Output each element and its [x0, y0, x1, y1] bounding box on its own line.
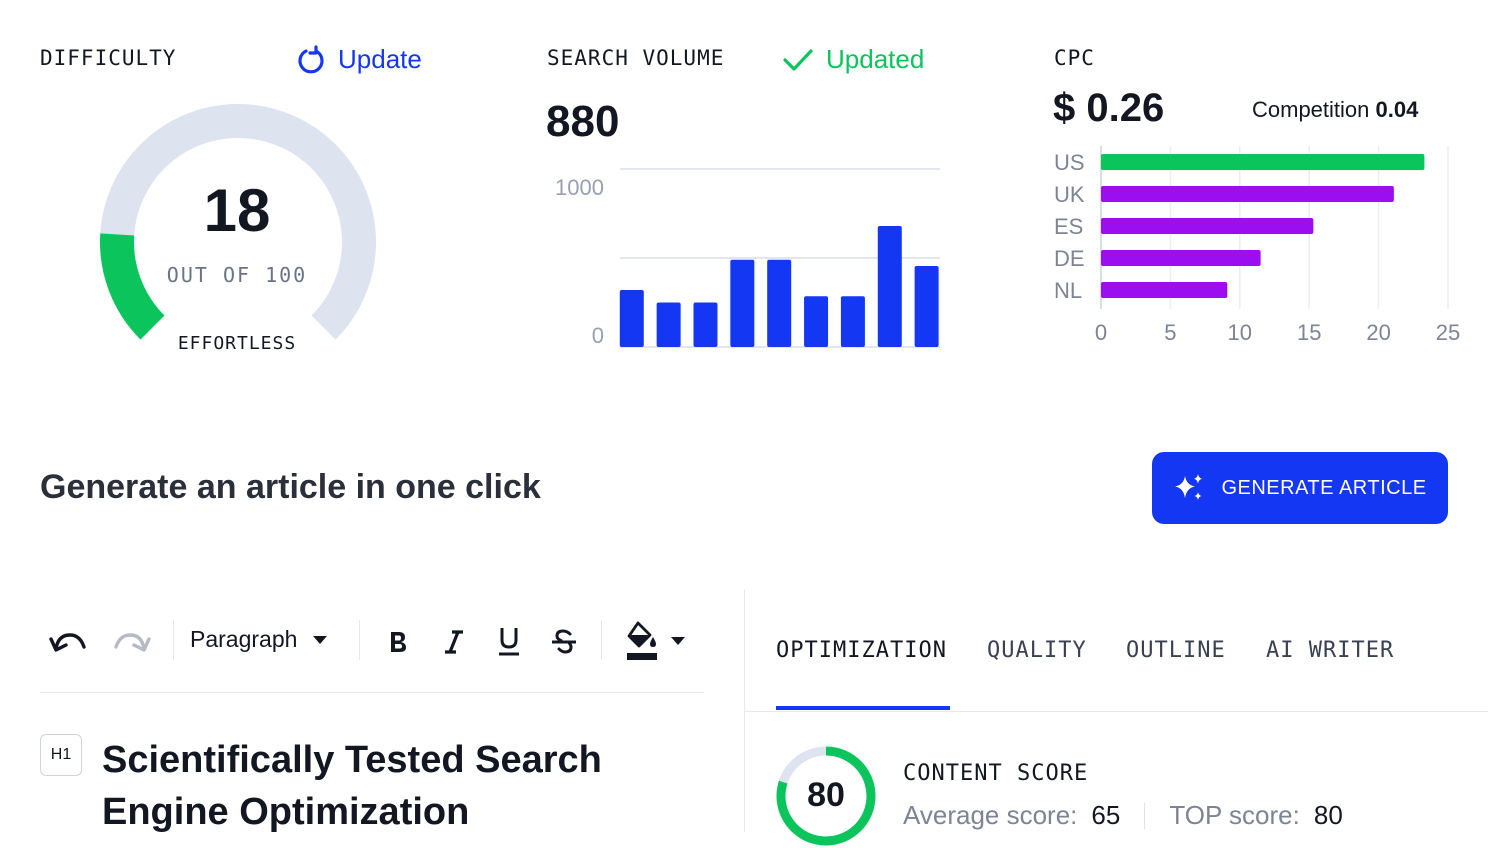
generate-article-heading: Generate an article in one click — [40, 468, 541, 506]
toolbar-separator — [173, 620, 174, 660]
difficulty-out-of: OUT OF 100 — [166, 263, 308, 287]
content-score-label: CONTENT SCORE — [903, 761, 1089, 786]
cpc-bar — [1101, 154, 1425, 170]
block-type-select[interactable]: Paragraph — [190, 626, 328, 653]
country-label: UK — [1054, 182, 1085, 207]
difficulty-title: DIFFICULTY — [40, 46, 177, 70]
toolbar-separator — [359, 620, 360, 660]
update-label: Update — [338, 44, 422, 74]
volume-bar — [767, 259, 792, 347]
redo-icon — [114, 633, 151, 652]
cpc-value: $ 0.26 — [1053, 86, 1165, 130]
search-volume-title: SEARCH VOLUME — [547, 46, 725, 70]
italic-button[interactable] — [436, 622, 472, 662]
cpc-bar — [1101, 218, 1314, 234]
score-separator — [1144, 802, 1146, 829]
average-score-label: Average score: — [903, 800, 1078, 830]
volume-bar — [804, 296, 829, 347]
toolbar-separator — [601, 620, 602, 660]
country-label: US — [1054, 150, 1085, 175]
check-icon — [783, 48, 813, 71]
paint-bucket-icon — [627, 621, 657, 660]
tab-ai-writer[interactable]: AI WRITER — [1266, 638, 1394, 663]
search-volume-value: 880 — [546, 97, 620, 146]
x-tick-label: 15 — [1297, 320, 1321, 345]
tabs-divider — [745, 711, 1488, 712]
volume-bar — [693, 302, 718, 347]
search-volume-chart: 1000 0 — [555, 168, 940, 348]
country-label: ES — [1054, 214, 1083, 239]
x-tick-label: 10 — [1228, 320, 1252, 345]
heading-level-badge: H1 — [40, 734, 82, 776]
undo-icon — [49, 633, 86, 652]
tab-optimization[interactable]: OPTIMIZATION — [776, 638, 947, 663]
updated-label: Updated — [826, 44, 925, 74]
underline-button[interactable] — [491, 620, 527, 662]
undo-button[interactable] — [46, 622, 90, 662]
top-score-label: TOP score: — [1169, 800, 1300, 830]
volume-bar — [619, 290, 644, 347]
block-type-label: Paragraph — [190, 626, 298, 652]
y-tick-label: 0 — [592, 323, 604, 348]
volume-bar — [656, 302, 681, 347]
tab-quality[interactable]: QUALITY — [987, 638, 1087, 663]
x-tick-label: 25 — [1436, 320, 1460, 345]
volume-bar — [730, 259, 755, 347]
difficulty-value: 18 — [203, 177, 271, 244]
strikethrough-icon — [552, 629, 576, 654]
volume-bar — [840, 296, 865, 347]
y-tick-label: 1000 — [555, 175, 604, 200]
generate-article-button[interactable]: GENERATE ARTICLE — [1152, 452, 1448, 524]
updated-status: Updated — [782, 44, 924, 75]
score-summary: Average score: 65 TOP score: 80 — [903, 800, 1343, 831]
average-score-value: 65 — [1091, 800, 1121, 830]
italic-icon — [445, 630, 463, 654]
update-button[interactable]: Update — [296, 44, 422, 75]
document-heading[interactable]: Scientifically Tested Search Engine Opti… — [102, 734, 702, 838]
sparkles-icon — [1175, 474, 1203, 500]
cpc-title: CPC — [1054, 46, 1095, 70]
competition-label: Competition — [1252, 97, 1370, 122]
text-color-picker[interactable] — [620, 618, 690, 664]
generate-article-label: GENERATE ARTICLE — [1221, 476, 1427, 499]
cpc-country-chart: 0 5 10 15 20 25 US UK ES DE NL — [1054, 146, 1460, 345]
caret-down-icon — [671, 637, 685, 645]
active-tab-indicator — [776, 706, 950, 710]
redo-button[interactable] — [110, 622, 154, 662]
competition: Competition 0.04 — [1252, 97, 1418, 123]
x-tick-label: 5 — [1164, 320, 1176, 345]
underline-icon — [499, 628, 519, 656]
cpc-bar — [1101, 282, 1228, 298]
caret-down-icon — [313, 635, 328, 644]
tab-outline[interactable]: OUTLINE — [1126, 638, 1226, 663]
country-label: NL — [1054, 278, 1082, 303]
difficulty-caption: EFFORTLESS — [177, 333, 297, 354]
country-label: DE — [1054, 246, 1085, 271]
bold-button[interactable] — [380, 622, 416, 662]
cpc-bar — [1101, 250, 1261, 266]
x-tick-label: 20 — [1366, 320, 1390, 345]
top-score-value: 80 — [1313, 800, 1343, 830]
refresh-icon — [298, 44, 324, 73]
competition-value: 0.04 — [1375, 97, 1419, 122]
bold-icon — [391, 632, 406, 652]
strikethrough-button[interactable] — [546, 622, 582, 662]
toolbar-divider — [40, 692, 704, 693]
content-score-value: 80 — [807, 776, 845, 814]
cpc-bar — [1101, 186, 1394, 202]
volume-bar — [877, 225, 902, 347]
volume-bar — [914, 266, 939, 347]
x-tick-label: 0 — [1095, 320, 1107, 345]
